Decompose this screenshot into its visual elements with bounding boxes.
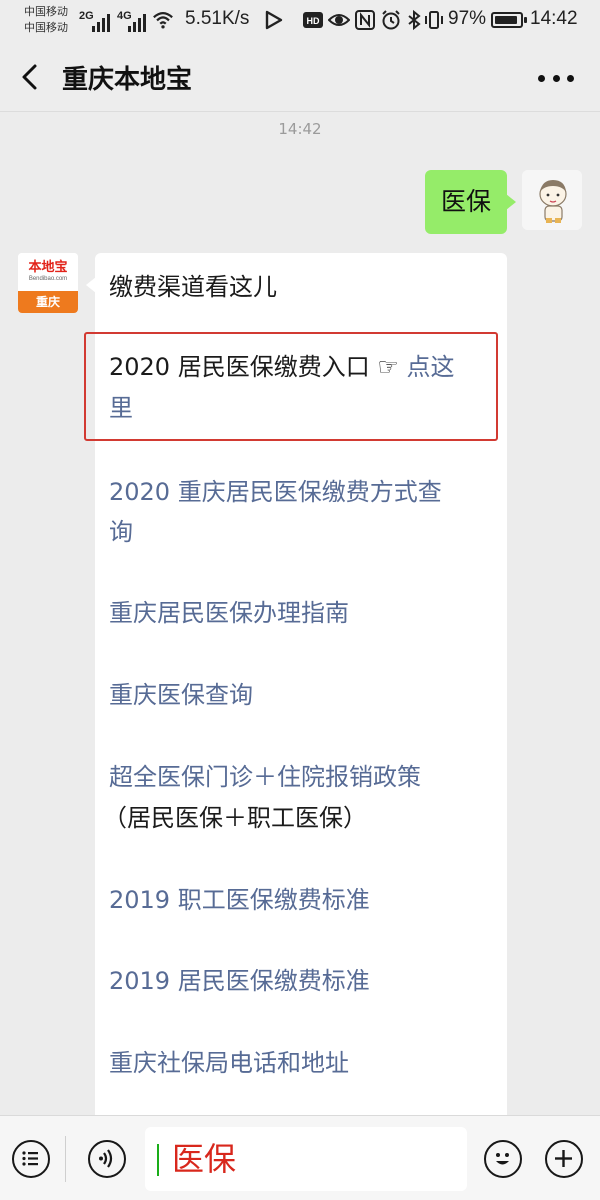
signal-icon	[92, 14, 110, 32]
signal-icon	[128, 14, 146, 32]
link-payment-methods[interactable]: 2020 重庆居民医保缴费方式查	[109, 472, 499, 513]
link-resident-standard[interactable]: 2019 居民医保缴费标准	[109, 961, 499, 1002]
link-payment-methods-cont[interactable]: 询	[109, 512, 499, 553]
carrier-info: 中国移动 中国移动	[24, 4, 68, 36]
carrier-2: 中国移动	[24, 22, 68, 34]
video-icon	[265, 10, 283, 30]
text-caret	[157, 1144, 159, 1176]
reply-intro: 缴费渠道看这儿	[109, 273, 277, 301]
hd-icon: HD	[303, 12, 323, 28]
nfc-icon	[355, 10, 375, 30]
cartoon-avatar-icon	[522, 170, 582, 230]
chat-header: 重庆本地宝	[0, 42, 600, 112]
carrier-1: 中国移动	[24, 6, 68, 18]
logo-city: 重庆	[18, 291, 78, 313]
menu-list-icon[interactable]	[12, 1140, 50, 1178]
message-timestamp: 14:42	[278, 120, 322, 138]
battery-tip	[524, 17, 527, 23]
bluetooth-icon	[408, 9, 421, 31]
more-options-icon[interactable]	[538, 72, 574, 84]
message-input-text: 医保	[172, 1140, 237, 1178]
user-avatar[interactable]	[522, 170, 582, 230]
logo-url: Bendibao.com	[28, 276, 68, 282]
link-reimbursement-policy-note: （居民医保＋职工医保）	[103, 804, 367, 832]
alarm-icon	[382, 10, 400, 30]
link-reimbursement-policy[interactable]: 超全医保门诊＋住院报销政策	[109, 757, 499, 798]
emoji-icon[interactable]	[484, 1140, 522, 1178]
svg-text:HD: HD	[307, 16, 320, 26]
battery-percent: 97%	[448, 8, 487, 29]
link-handling-guide[interactable]: 重庆居民医保办理指南	[109, 593, 499, 634]
wifi-icon	[153, 12, 173, 29]
highlight-box	[84, 332, 498, 441]
status-time: 14:42	[530, 8, 578, 29]
battery-icon	[491, 12, 523, 28]
chat-title: 重庆本地宝	[62, 65, 193, 95]
link-bureau-contact[interactable]: 重庆社保局电话和地址	[109, 1043, 499, 1084]
input-bar: 医保	[0, 1115, 600, 1200]
sent-message-bubble[interactable]: 医保	[425, 170, 516, 234]
link-insurance-query[interactable]: 重庆医保查询	[109, 675, 499, 716]
status-bar: 中国移动 中国移动 2G 4G 5.51K/s HD 97% 14:42	[0, 0, 600, 42]
link-employee-standard[interactable]: 2019 职工医保缴费标准	[109, 880, 499, 921]
voice-icon[interactable]	[88, 1140, 126, 1178]
back-arrow-icon[interactable]	[14, 60, 48, 94]
bendibao-logo: 本地宝 Bendibao.com	[18, 253, 78, 291]
logo-text: 本地宝	[28, 260, 68, 275]
official-account-avatar[interactable]: 本地宝 Bendibao.com 重庆	[18, 253, 78, 313]
eye-icon	[328, 14, 350, 26]
net-speed: 5.51K/s	[185, 8, 250, 29]
vibrate-icon	[425, 11, 443, 29]
plus-icon[interactable]	[545, 1140, 583, 1178]
divider	[65, 1136, 66, 1182]
message-input[interactable]: 医保	[145, 1127, 467, 1191]
